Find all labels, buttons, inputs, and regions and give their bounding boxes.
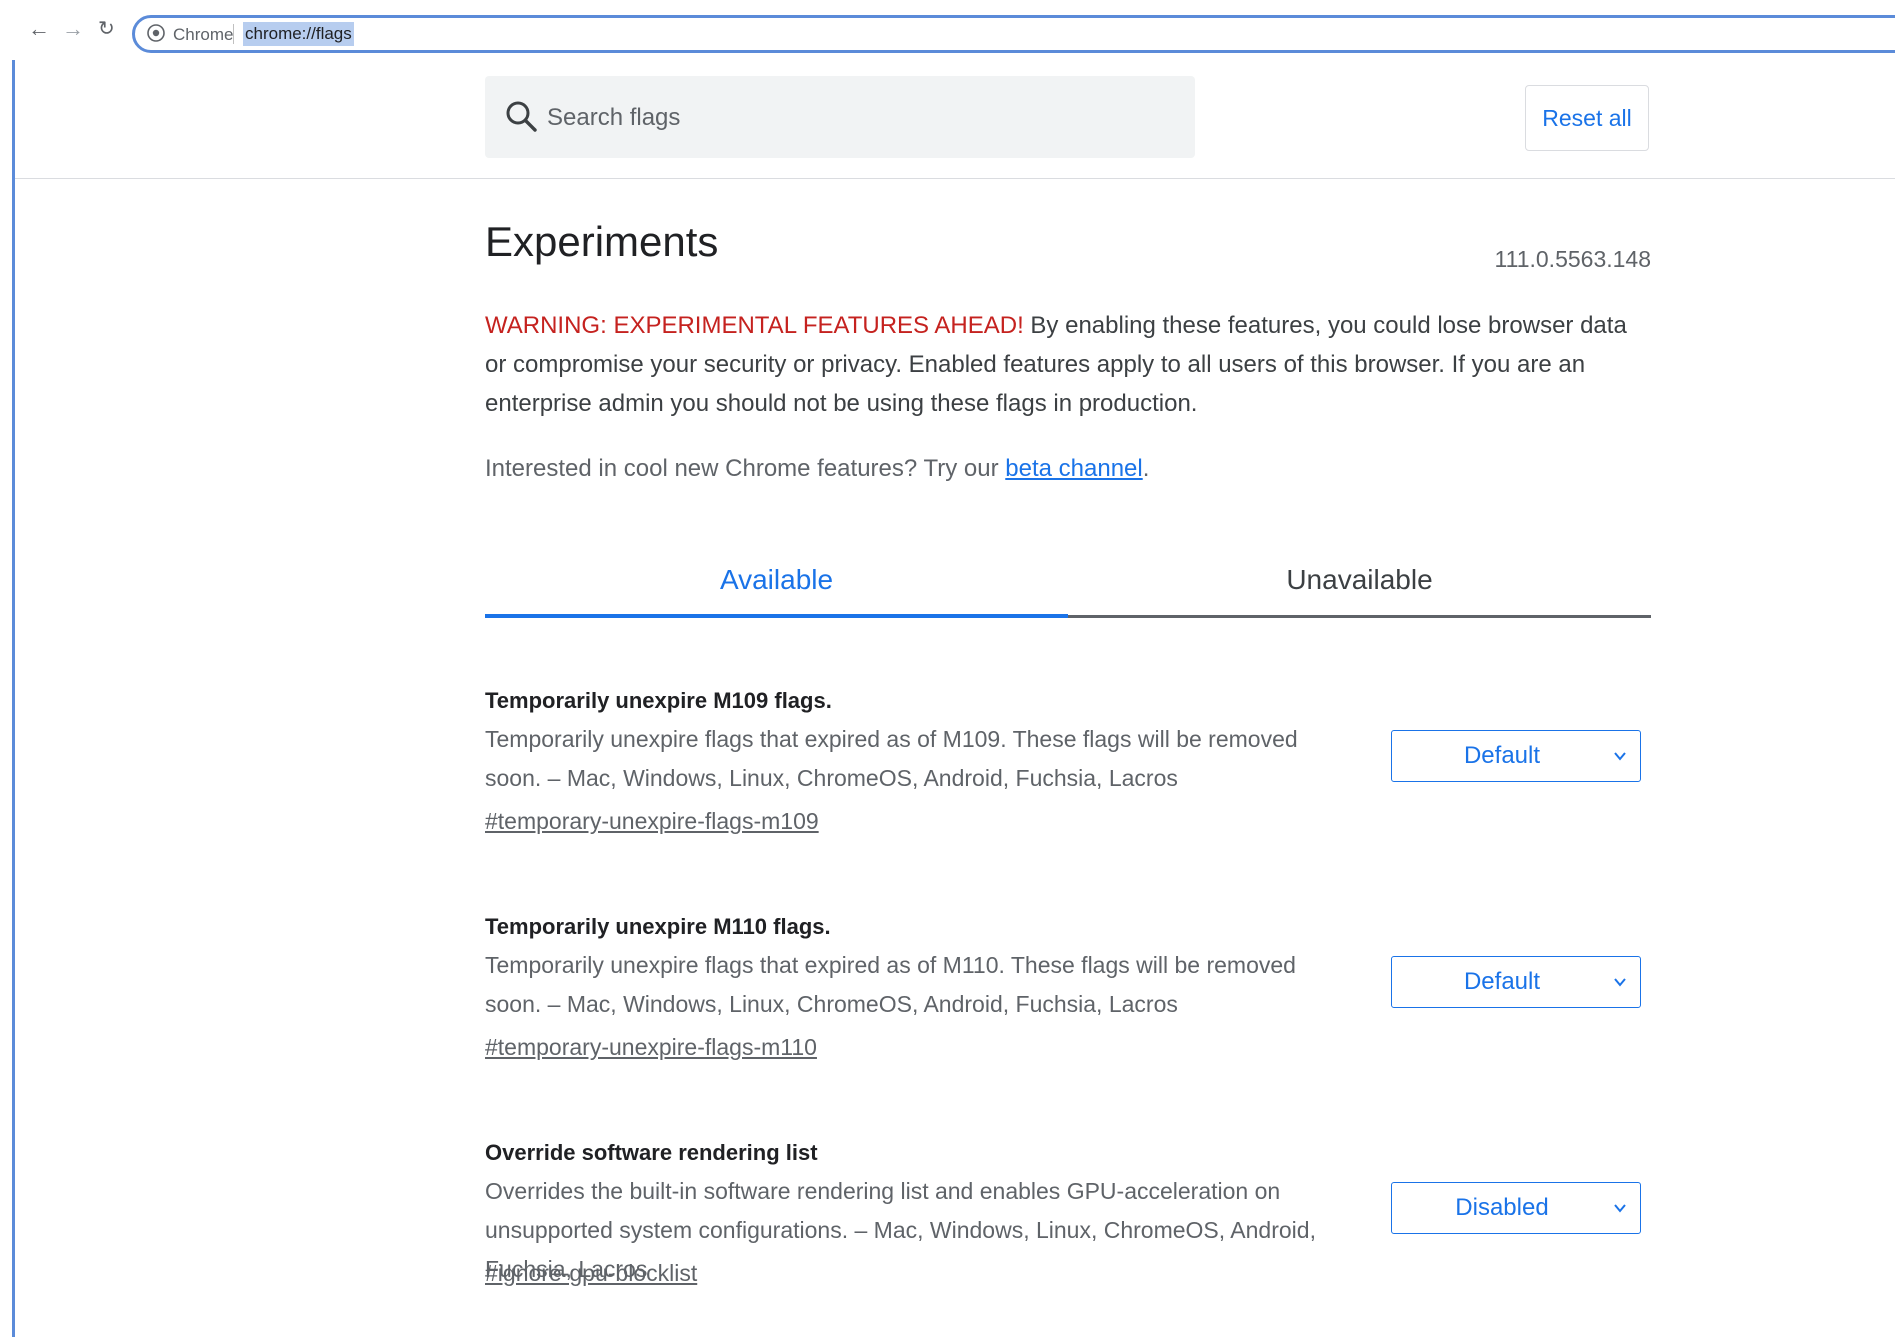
warning-heading: WARNING: EXPERIMENTAL FEATURES AHEAD! xyxy=(485,312,1024,339)
address-bar[interactable]: Chrome chrome://flags xyxy=(132,15,1895,53)
site-label: Chrome xyxy=(173,25,234,44)
flag-state-select[interactable]: Default xyxy=(1391,956,1641,1008)
flag-anchor-link[interactable]: #temporary-unexpire-flags-m110 xyxy=(485,1034,817,1061)
beta-channel-link[interactable]: beta channel xyxy=(1005,455,1142,482)
flag-anchor-link[interactable]: #ignore-gpu-blocklist xyxy=(485,1260,697,1287)
active-tab-indicator xyxy=(485,614,1068,618)
chevron-down-icon xyxy=(1614,978,1626,987)
chevron-down-icon xyxy=(1614,1204,1626,1213)
back-arrow-icon[interactable]: ← xyxy=(28,18,50,40)
search-input[interactable] xyxy=(545,92,1149,144)
promo-lead: Interested in cool new Chrome features? … xyxy=(485,455,1006,482)
tab-bar: Available Unavailable xyxy=(485,545,1651,618)
tab-available[interactable]: Available xyxy=(485,545,1068,615)
flag-state-value: Default xyxy=(1463,968,1541,995)
omnibox-divider xyxy=(233,24,234,44)
flag-description: Temporarily unexpire flags that expired … xyxy=(485,952,1296,1017)
reset-all-button[interactable]: Reset all xyxy=(1525,85,1649,151)
url-text[interactable]: chrome://flags xyxy=(243,22,354,46)
page-title: Experiments xyxy=(485,218,719,265)
flag-state-value: Disabled xyxy=(1455,1194,1549,1221)
promo-end: . xyxy=(1142,455,1150,482)
forward-arrow-icon[interactable]: → xyxy=(62,18,84,40)
browser-frame xyxy=(12,8,1895,1337)
tab-unavailable[interactable]: Unavailable xyxy=(1068,545,1651,615)
flag-name: Temporarily unexpire M110 flags. xyxy=(485,914,831,939)
search-icon xyxy=(506,101,537,132)
browser-toolbar: ← → ↻ Chrome chrome://flags xyxy=(0,0,1895,60)
flag-name: Temporarily unexpire M109 flags. xyxy=(485,688,832,713)
chevron-down-icon xyxy=(1614,752,1626,761)
chrome-icon xyxy=(147,24,165,42)
flag-anchor-link[interactable]: #temporary-unexpire-flags-m109 xyxy=(485,808,819,835)
search-box[interactable] xyxy=(485,76,1195,158)
flag-description: Temporarily unexpire flags that expired … xyxy=(485,726,1298,791)
flag-state-value: Default xyxy=(1463,742,1541,769)
flag-state-select[interactable]: Disabled xyxy=(1391,1182,1641,1234)
flag-item: Override software rendering list Overrid… xyxy=(485,1140,1651,1320)
flag-name: Override software rendering list xyxy=(485,1140,818,1165)
flag-item: Temporarily unexpire M110 flags. Tempora… xyxy=(485,914,1651,1094)
flag-item: Temporarily unexpire M109 flags. Tempora… xyxy=(485,688,1651,868)
promo-text: Interested in cool new Chrome features? … xyxy=(485,455,1149,483)
flag-state-select[interactable]: Default xyxy=(1391,730,1641,782)
version-label: 111.0.5563.148 xyxy=(1494,246,1651,272)
warning-text: WARNING: EXPERIMENTAL FEATURES AHEAD! By… xyxy=(485,306,1651,423)
reload-icon[interactable]: ↻ xyxy=(98,19,115,39)
